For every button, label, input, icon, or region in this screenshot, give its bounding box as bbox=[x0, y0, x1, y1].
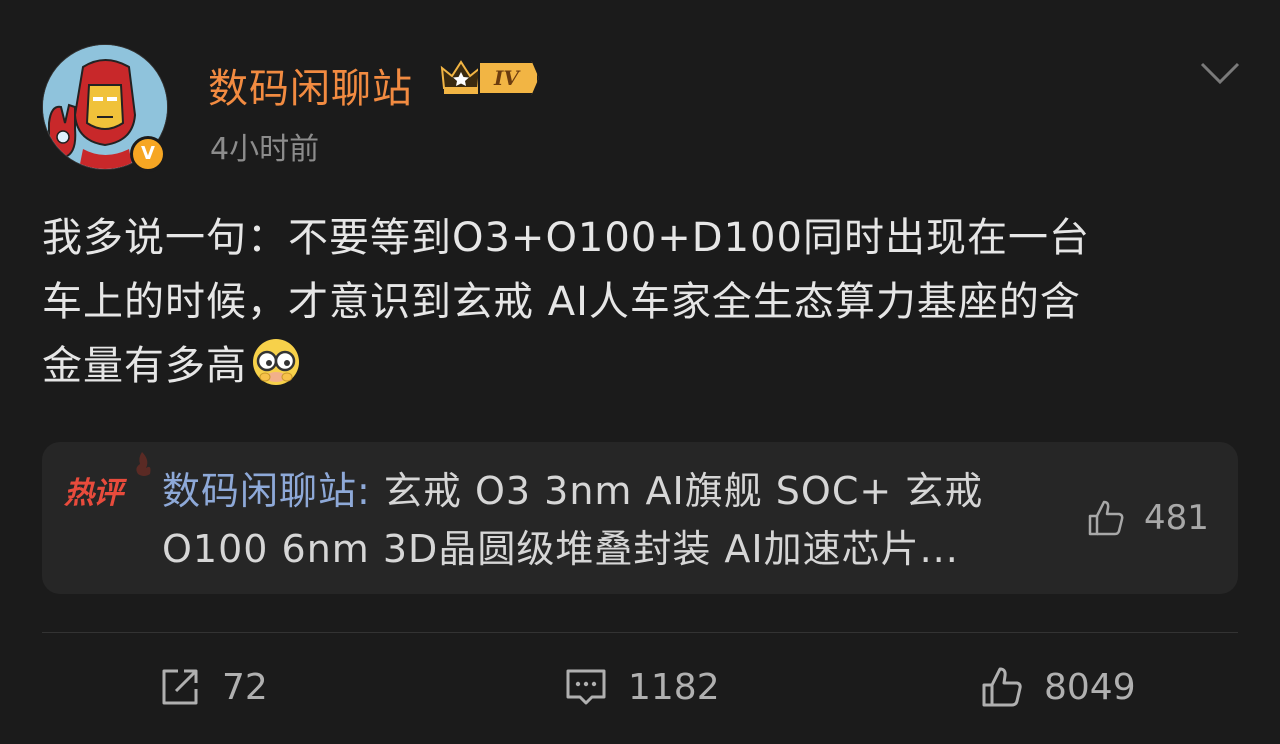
hot-comment[interactable]: 热评 数码闲聊站: 玄戒 O3 3nm AI旗舰 SOC+ 玄戒 O100 6n… bbox=[42, 442, 1238, 594]
post-text-line: 车上的时候，才意识到玄戒 AI人车家全生态算力基座的含 bbox=[42, 279, 1081, 325]
flame-icon bbox=[136, 452, 151, 476]
hot-comment-author[interactable]: 数码闲聊站 bbox=[162, 469, 357, 513]
user-level-badge[interactable]: IV bbox=[440, 58, 539, 98]
hot-comment-text-line1: 玄戒 O3 3nm AI旗舰 SOC+ 玄戒 bbox=[370, 469, 984, 513]
repost-button[interactable]: 72 bbox=[158, 660, 268, 714]
hot-comment-like-button[interactable]: 481 bbox=[1086, 498, 1209, 538]
comment-count: 1182 bbox=[628, 666, 720, 708]
hot-comment-tag: 热评 bbox=[64, 476, 123, 511]
like-count: 8049 bbox=[1044, 666, 1136, 708]
post-text-line: 我多说一句：不要等到O3+O100+D100同时出现在一台 bbox=[42, 215, 1090, 261]
share-icon bbox=[162, 669, 198, 705]
thumbs-up-icon bbox=[982, 667, 1022, 707]
weibo-post-card: V 数码闲聊站 IV 4小时前 我多说一句：不要等到O3+O100+D100同时… bbox=[0, 0, 1280, 744]
hot-comment-like-count: 481 bbox=[1144, 498, 1209, 538]
thumbs-up-icon bbox=[1088, 500, 1124, 536]
comment-icon bbox=[566, 669, 606, 705]
hot-comment-separator: : bbox=[357, 469, 371, 513]
post-text-line: 金量有多高 bbox=[42, 334, 1242, 398]
hot-comment-text: 数码闲聊站: 玄戒 O3 3nm AI旗舰 SOC+ 玄戒 O100 6nm 3… bbox=[162, 462, 1042, 578]
post-text-line-content: 金量有多高 bbox=[42, 343, 247, 389]
verified-badge: V bbox=[130, 136, 166, 172]
level-label: IV bbox=[478, 61, 539, 95]
username[interactable]: 数码闲聊站 bbox=[208, 56, 413, 114]
post-body: 我多说一句：不要等到O3+O100+D100同时出现在一台 车上的时候，才意识到… bbox=[42, 206, 1242, 398]
avatar[interactable]: V bbox=[42, 44, 168, 172]
chevron-down-icon[interactable] bbox=[1198, 58, 1242, 88]
comment-button[interactable]: 1182 bbox=[564, 660, 720, 714]
repost-count: 72 bbox=[222, 666, 268, 708]
post-timestamp: 4小时前 bbox=[210, 132, 320, 167]
hot-comment-line: 数码闲聊站: 玄戒 O3 3nm AI旗舰 SOC+ 玄戒 bbox=[162, 462, 1042, 520]
crown-icon bbox=[440, 60, 482, 94]
like-button[interactable]: 8049 bbox=[980, 660, 1136, 714]
divider bbox=[42, 632, 1238, 633]
glasses-peek-emoji-icon bbox=[253, 339, 299, 385]
hot-comment-text-line2: O100 6nm 3D晶圆级堆叠封装 AI加速芯片... bbox=[162, 527, 959, 571]
